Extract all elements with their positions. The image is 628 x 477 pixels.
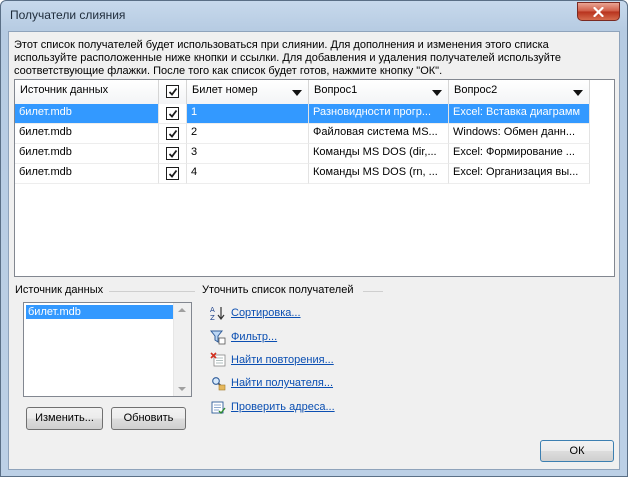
include-checkbox[interactable] (166, 147, 179, 160)
scroll-up-arrow-icon[interactable] (178, 308, 186, 312)
filter-link[interactable]: Фильтр... (231, 331, 277, 343)
checkmark-icon (168, 129, 178, 138)
edit-button[interactable]: Изменить... (26, 407, 103, 430)
refresh-button[interactable]: Обновить (111, 407, 186, 430)
validate-addresses-icon (211, 401, 226, 415)
cell-ticket-number: 3 (187, 144, 309, 164)
cell-question2: Excel: Формирование ... (449, 144, 590, 164)
cell-question2: Excel: Вставка диаграмм (449, 104, 590, 124)
cell-question1: Команды MS DOS (dir,... (309, 144, 449, 164)
cell-question1: Файловая система MS... (309, 124, 449, 144)
cell-include (159, 144, 187, 164)
cell-source: билет.mdb (15, 104, 159, 124)
cell-ticket-number: 1 (187, 104, 309, 124)
close-button[interactable] (577, 2, 620, 21)
list-item[interactable]: билет.mdb (26, 305, 174, 319)
dialog-body: Этот список получателей будет использова… (8, 31, 620, 470)
checkmark-icon (168, 169, 178, 178)
filter-icon (210, 330, 226, 345)
sort-az-icon: A Z (210, 306, 225, 321)
table-row[interactable]: билет.mdb 3 Команды MS DOS (dir,... Exce… (15, 144, 590, 164)
cell-include (159, 124, 187, 144)
svg-text:A: A (210, 306, 215, 314)
cell-question2: Windows: Обмен данн... (449, 124, 590, 144)
find-duplicates-icon (210, 352, 226, 367)
validate-addresses-link[interactable]: Проверить адреса... (231, 401, 335, 413)
cell-source: билет.mdb (15, 124, 159, 144)
divider (363, 291, 383, 292)
cell-source: билет.mdb (15, 164, 159, 184)
list-scrollbar[interactable] (173, 303, 191, 396)
column-header-question1[interactable]: Вопрос1 (309, 80, 449, 104)
checkmark-icon (168, 109, 178, 118)
column-header-question2[interactable]: Вопрос2 (449, 80, 590, 104)
data-source-label: Источник данных (15, 284, 104, 296)
intro-text: Этот список получателей будет использова… (14, 39, 561, 77)
find-duplicates-link[interactable]: Найти повторения... (231, 354, 334, 366)
column-dropdown-arrow-icon[interactable] (573, 90, 583, 96)
checkmark-icon (168, 149, 178, 158)
close-icon (593, 6, 604, 17)
column-dropdown-arrow-icon[interactable] (292, 90, 302, 96)
cell-include (159, 104, 187, 124)
cell-question1: Команды MS DOS (rn, ... (309, 164, 449, 184)
sort-link[interactable]: Сортировка... (231, 307, 301, 319)
column-label: Вопрос1 (314, 84, 358, 96)
cell-ticket-number: 2 (187, 124, 309, 144)
column-label: Вопрос2 (454, 84, 498, 96)
mail-merge-recipients-dialog: Получатели слияния Этот список получател… (0, 0, 628, 477)
column-header-include[interactable] (159, 80, 187, 104)
cell-question1: Разновидности прогр... (309, 104, 449, 124)
find-recipient-icon (212, 377, 226, 391)
cell-source: билет.mdb (15, 144, 159, 164)
refine-list-label: Уточнить список получателей (202, 284, 354, 296)
include-checkbox[interactable] (166, 107, 179, 120)
cell-ticket-number: 4 (187, 164, 309, 184)
table-row[interactable]: билет.mdb 4 Команды MS DOS (rn, ... Exce… (15, 164, 590, 184)
data-source-list[interactable]: билет.mdb (23, 302, 192, 397)
find-recipient-link[interactable]: Найти получателя... (231, 377, 333, 389)
divider (109, 291, 195, 292)
column-label: Билет номер (192, 84, 258, 96)
recipients-grid[interactable]: Источник данных Билет номер Вопрос1 Вопр… (14, 79, 615, 277)
column-header-source[interactable]: Источник данных (15, 80, 159, 104)
checkmark-icon (168, 87, 178, 96)
include-checkbox[interactable] (166, 127, 179, 140)
scroll-down-arrow-icon[interactable] (178, 387, 186, 391)
column-label: Источник данных (20, 84, 109, 96)
ok-button[interactable]: ОК (540, 440, 614, 462)
window-title: Получатели слияния (10, 8, 126, 22)
include-checkbox[interactable] (166, 167, 179, 180)
cell-include (159, 164, 187, 184)
column-header-ticket-number[interactable]: Билет номер (187, 80, 309, 104)
title-bar: Получатели слияния (1, 1, 627, 31)
table-row[interactable]: билет.mdb 1 Разновидности прогр... Excel… (15, 104, 590, 124)
svg-text:Z: Z (210, 314, 215, 321)
column-dropdown-arrow-icon[interactable] (432, 90, 442, 96)
select-all-checkbox[interactable] (166, 85, 179, 98)
cell-question2: Excel: Организация вы... (449, 164, 590, 184)
table-row[interactable]: билет.mdb 2 Файловая система MS... Windo… (15, 124, 590, 144)
grid-header: Источник данных Билет номер Вопрос1 Вопр… (15, 80, 590, 105)
